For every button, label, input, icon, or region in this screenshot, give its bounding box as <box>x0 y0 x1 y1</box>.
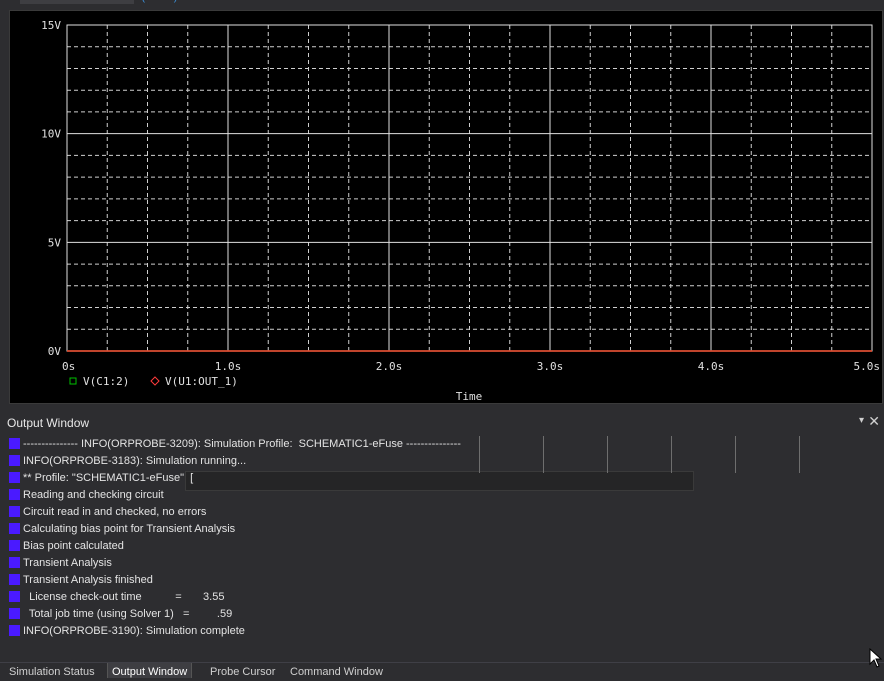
y-tick-label: 0V <box>48 345 62 358</box>
legend-marker-square <box>69 377 77 385</box>
x-tick-label: 2.0s <box>376 360 403 373</box>
mouse-pointer-icon <box>869 648 883 668</box>
x-axis-label: Time <box>456 390 483 403</box>
tab-command-window[interactable]: Command Window <box>290 663 383 678</box>
log-line-text: Circuit read in and checked, no errors <box>23 506 207 518</box>
legend-label: V(U1:OUT_1) <box>165 375 238 388</box>
log-line-text: Calculating bias point for Transient Ana… <box>23 523 236 535</box>
log-line: INFO(ORPROBE-3183): Simulation running..… <box>9 453 246 470</box>
log-line: Transient Analysis finished <box>9 572 153 589</box>
x-tick-label: 0s <box>62 360 75 373</box>
x-tick-label: 5.0s <box>854 360 881 373</box>
log-line: Bias point calculated <box>9 538 124 555</box>
probe-window: 0V 5V 10V 15V 0s 1.0s 2.0s 3.0s 4.0s 5.0s V(C1:2) V… <box>0 4 884 408</box>
log-line-text: INFO(ORPROBE-3190): Simulation complete <box>23 625 245 637</box>
message-square-icon <box>9 591 20 602</box>
log-line-text: ** Profile: "SCHEMATIC1-eFuse" [ <box>23 472 194 484</box>
tab-probe-cursor[interactable]: Probe Cursor <box>210 663 275 678</box>
legend-marker-diamond <box>150 376 160 386</box>
output-window-header: Output Window ▾ ✕ <box>0 412 884 434</box>
log-line-text: --------------- INFO(ORPROBE-3209): Simu… <box>23 438 461 450</box>
message-square-icon <box>9 472 20 483</box>
x-tick-label: 4.0s <box>698 360 725 373</box>
message-square-icon <box>9 506 20 517</box>
legend-label: V(C1:2) <box>83 375 129 388</box>
message-square-icon <box>9 608 20 619</box>
log-line: --------------- INFO(ORPROBE-3209): Simu… <box>9 436 461 453</box>
log-line: INFO(ORPROBE-3190): Simulation complete <box>9 623 245 640</box>
log-line: License check-out time = 3.55 <box>9 589 224 606</box>
y-tick-label: 10V <box>41 128 61 141</box>
log-line: ** Profile: "SCHEMATIC1-eFuse" [ <box>9 470 193 487</box>
message-square-icon <box>9 438 20 449</box>
message-square-icon <box>9 557 20 568</box>
tab-simulation-status[interactable]: Simulation Status <box>9 663 95 678</box>
log-line-text: Total job time (using Solver 1) = .59 <box>23 608 233 620</box>
message-square-icon <box>9 455 20 466</box>
plot-area[interactable]: 0V 5V 10V 15V 0s 1.0s 2.0s 3.0s 4.0s 5.0s V(C1:2) V… <box>9 10 883 404</box>
output-window-title: Output Window <box>7 416 90 430</box>
log-line: Transient Analysis <box>9 555 112 572</box>
message-square-icon <box>9 489 20 500</box>
close-icon[interactable]: ✕ <box>868 413 880 430</box>
y-tick-label: 15V <box>41 19 61 32</box>
log-line-text: INFO(ORPROBE-3183): Simulation running..… <box>23 455 247 467</box>
log-line-text: Transient Analysis finished <box>23 574 153 586</box>
log-line-text: Transient Analysis <box>23 557 112 569</box>
log-line-text: Bias point calculated <box>23 540 124 552</box>
message-square-icon <box>9 574 20 585</box>
log-line: Total job time (using Solver 1) = .59 <box>9 606 232 623</box>
message-square-icon <box>9 625 20 636</box>
message-square-icon <box>9 540 20 551</box>
ruler-ticks <box>472 436 812 476</box>
x-tick-label: 1.0s <box>215 360 242 373</box>
document-tab-title[interactable]: SCHEMATIC1-eFuse (active) <box>34 0 177 3</box>
log-line-text: License check-out time = 3.55 <box>23 591 225 603</box>
bottom-tab-bar: Simulation Status Output Window Probe Cu… <box>0 662 884 678</box>
x-tick-label: 3.0s <box>537 360 564 373</box>
tab-output-window[interactable]: Output Window <box>107 663 193 678</box>
log-line-text: Reading and checking circuit <box>23 489 164 501</box>
log-line: Calculating bias point for Transient Ana… <box>9 521 235 538</box>
log-line: Reading and checking circuit <box>9 487 164 504</box>
y-tick-label: 5V <box>48 236 62 249</box>
message-square-icon <box>9 523 20 534</box>
log-line: Circuit read in and checked, no errors <box>9 504 206 521</box>
waveform-chart: 0V 5V 10V 15V 0s 1.0s 2.0s 3.0s 4.0s 5.0s V(C1:2) V… <box>41 19 881 403</box>
dropdown-arrow-icon[interactable]: ▾ <box>859 415 864 426</box>
